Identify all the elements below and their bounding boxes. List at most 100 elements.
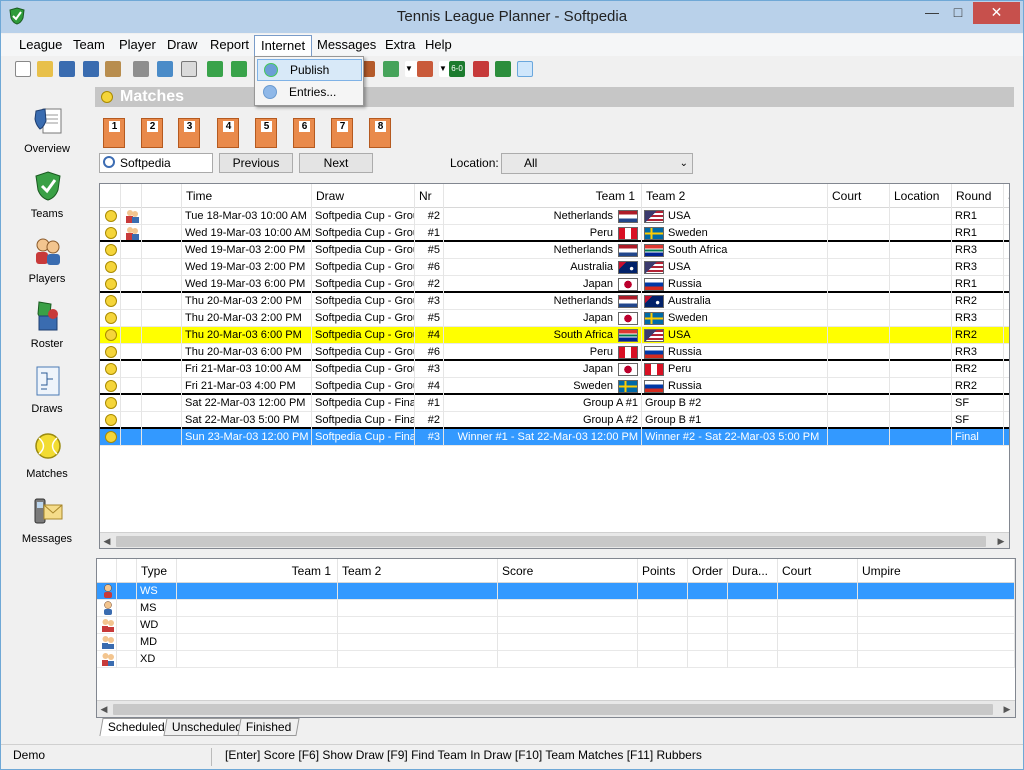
matches-column-header[interactable]: Sc — [1004, 184, 1009, 208]
sidebar-item-messages[interactable]: Messages — [1, 483, 93, 545]
properties-icon[interactable] — [105, 61, 121, 77]
check-icon[interactable] — [231, 61, 247, 77]
match-row[interactable]: Tue 18-Mar-03 10:00 AM Softpedia Cup - Gr… — [100, 208, 1009, 225]
report-icon[interactable] — [473, 61, 489, 77]
rubbers-column-header[interactable]: Team 1 — [177, 559, 338, 583]
round-button-8[interactable]: 8 — [369, 118, 391, 148]
matches-column-header[interactable]: Round — [952, 184, 1004, 208]
rubbers-column-header[interactable]: Umpire — [858, 559, 1015, 583]
match-row[interactable]: Thu 20-Mar-03 2:00 PM Softpedia Cup - Gro… — [100, 310, 1009, 327]
rubbers-column-header[interactable]: Court — [778, 559, 858, 583]
menu-draw[interactable]: Draw — [161, 35, 203, 56]
sidebar-item-players[interactable]: Players — [1, 223, 93, 285]
rubbers-column-header[interactable]: Score — [498, 559, 638, 583]
matches-column-header[interactable]: Location — [890, 184, 952, 208]
new-file-icon[interactable] — [15, 61, 31, 77]
open-folder-icon[interactable] — [37, 61, 53, 77]
sidebar-item-overview[interactable]: Overview — [1, 93, 93, 155]
matches-horizontal-scrollbar[interactable]: ◀ ▶ — [100, 532, 1009, 548]
sidebar-item-roster[interactable]: Roster — [1, 288, 93, 350]
menu-item-publish[interactable]: Publish — [257, 59, 362, 81]
rubbers-column-header[interactable] — [117, 559, 137, 583]
matches-column-header[interactable]: Time — [182, 184, 312, 208]
rubber-row[interactable]: MD — [97, 634, 1015, 651]
matches-column-header[interactable] — [100, 184, 121, 208]
round-button-2[interactable]: 2 — [141, 118, 163, 148]
score-icon[interactable]: 6-0 — [449, 61, 465, 77]
match-row[interactable]: Wed 19-Mar-03 10:00 AM Softpedia Cup - Gr… — [100, 225, 1009, 242]
web-icon[interactable] — [157, 61, 173, 77]
match-row[interactable]: Thu 20-Mar-03 2:00 PM Softpedia Cup - Gro… — [100, 293, 1009, 310]
previous-button[interactable]: Previous — [219, 153, 293, 173]
rubbers-column-header[interactable]: Order — [688, 559, 728, 583]
print-icon[interactable] — [133, 61, 149, 77]
teams-toolbar-icon[interactable] — [207, 61, 223, 77]
match-row[interactable]: Wed 19-Mar-03 2:00 PM Softpedia Cup - Gro… — [100, 242, 1009, 259]
scroll-left-icon[interactable]: ◀ — [100, 533, 114, 548]
location-select[interactable]: All ⌄ — [501, 153, 693, 174]
match-row[interactable]: Fri 21-Mar-03 4:00 PM Softpedia Cup - Gro… — [100, 378, 1009, 395]
find-icon[interactable] — [517, 61, 533, 77]
match-row[interactable]: Thu 20-Mar-03 6:00 PM Softpedia Cup - Gro… — [100, 344, 1009, 361]
rubber-row[interactable]: WS — [97, 583, 1015, 600]
round-button-1[interactable]: 1 — [103, 118, 125, 148]
menu-item-entries[interactable]: Entries... — [257, 82, 362, 104]
rubbers-column-header[interactable] — [97, 559, 117, 583]
round-button-7[interactable]: 7 — [331, 118, 353, 148]
rubbers-scroll-left-icon[interactable]: ◀ — [97, 701, 111, 717]
match-row[interactable]: Sat 22-Mar-03 12:00 PM Softpedia Cup - Fi… — [100, 395, 1009, 412]
match-row[interactable]: Fri 21-Mar-03 10:00 AM Softpedia Cup - Gr… — [100, 361, 1009, 378]
rubbers-column-header[interactable]: Dura... — [728, 559, 778, 583]
card-icon[interactable] — [181, 61, 197, 77]
rubbers-scroll-right-icon[interactable]: ▶ — [1000, 701, 1014, 717]
matches-column-header[interactable]: Court — [828, 184, 890, 208]
match-row[interactable]: Wed 19-Mar-03 2:00 PM Softpedia Cup - Gro… — [100, 259, 1009, 276]
maximize-button[interactable]: □ — [945, 2, 971, 24]
matches-column-header[interactable] — [121, 184, 142, 208]
match-row[interactable]: Sat 22-Mar-03 5:00 PM Softpedia Cup - Fin… — [100, 412, 1009, 429]
rubbers-column-header[interactable]: Type — [137, 559, 177, 583]
matches-column-header[interactable]: Draw — [312, 184, 415, 208]
search-input[interactable]: Softpedia — [99, 153, 213, 173]
round-button-5[interactable]: 5 — [255, 118, 277, 148]
rubber-row[interactable]: MS — [97, 600, 1015, 617]
match-row[interactable]: Thu 20-Mar-03 6:00 PM Softpedia Cup - Gro… — [100, 327, 1009, 344]
export-icon[interactable] — [417, 61, 433, 77]
round-button-3[interactable]: 3 — [178, 118, 200, 148]
scroll-right-icon[interactable]: ▶ — [994, 533, 1008, 548]
rubbers-column-header[interactable]: Team 2 — [338, 559, 498, 583]
menu-league[interactable]: League — [13, 35, 68, 56]
rubbers-column-header[interactable]: Points — [638, 559, 688, 583]
sidebar-item-draws[interactable]: Draws — [1, 353, 93, 415]
minimize-button[interactable]: — — [919, 2, 945, 24]
rubbers-scroll-thumb[interactable] — [113, 704, 993, 715]
menu-internet[interactable]: Internet — [254, 35, 313, 56]
menu-team[interactable]: Team — [67, 35, 111, 56]
close-button[interactable]: ✕ — [973, 2, 1020, 24]
sidebar-item-teams[interactable]: Teams — [1, 158, 93, 220]
matches-column-header[interactable]: Nr — [415, 184, 444, 208]
rubber-row[interactable]: WD — [97, 617, 1015, 634]
menu-extra[interactable]: Extra — [379, 35, 421, 56]
rubber-row[interactable]: XD — [97, 651, 1015, 668]
tab-finished[interactable]: Finished — [237, 718, 300, 736]
rubbers-horizontal-scrollbar[interactable]: ◀ ▶ — [97, 700, 1015, 717]
round-button-4[interactable]: 4 — [217, 118, 239, 148]
scroll-thumb[interactable] — [116, 536, 986, 547]
save-all-icon[interactable] — [83, 61, 99, 77]
import-icon[interactable] — [383, 61, 399, 77]
menu-messages[interactable]: Messages — [311, 35, 382, 56]
menu-report[interactable]: Report — [204, 35, 255, 56]
round-button-6[interactable]: 6 — [293, 118, 315, 148]
chart-icon[interactable] — [495, 61, 511, 77]
save-icon[interactable] — [59, 61, 75, 77]
menu-help[interactable]: Help — [419, 35, 458, 56]
sidebar-item-matches[interactable]: Matches — [1, 418, 93, 480]
next-button[interactable]: Next — [299, 153, 373, 173]
match-row[interactable]: Wed 19-Mar-03 6:00 PM Softpedia Cup - Gro… — [100, 276, 1009, 293]
matches-column-header[interactable] — [142, 184, 182, 208]
matches-column-header[interactable]: Team 1 — [444, 184, 642, 208]
matches-column-header[interactable]: Team 2 — [642, 184, 828, 208]
match-row[interactable]: Sun 23-Mar-03 12:00 PM Softpedia Cup - Fi… — [100, 429, 1009, 446]
menu-player[interactable]: Player — [113, 35, 162, 56]
